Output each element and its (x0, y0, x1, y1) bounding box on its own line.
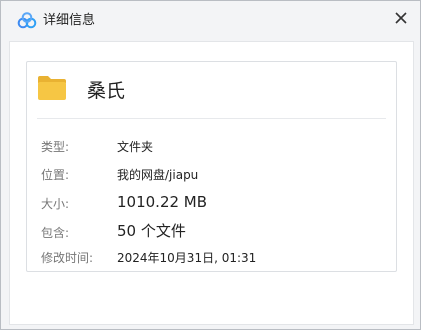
location-value: 我的网盘/jiapu (117, 168, 199, 182)
contains-label: 包含: (41, 226, 70, 240)
type-label: 类型: (41, 140, 70, 154)
dialog-content: 桑氏 类型: 文件夹 位置: 我的网盘/jiapu 大小: 1010.22 MB… (9, 41, 414, 325)
size-value: 1010.22 MB (117, 193, 208, 211)
type-value: 文件夹 (117, 140, 154, 154)
divider (37, 118, 386, 119)
dialog-title: 详细信息 (43, 13, 96, 28)
folder-name: 桑氏 (87, 80, 126, 102)
cloud-logo-icon (17, 12, 37, 30)
modified-label: 修改时间: (41, 251, 94, 265)
close-button[interactable] (390, 7, 412, 29)
close-icon (395, 9, 407, 28)
details-card: 桑氏 类型: 文件夹 位置: 我的网盘/jiapu 大小: 1010.22 MB… (26, 61, 397, 272)
title-bar: 详细信息 (1, 1, 420, 41)
size-label: 大小: (41, 197, 70, 211)
details-dialog: 详细信息 桑氏 类型: 文件夹 位置: 我的网盘/jiapu 大小: 1010.… (0, 0, 421, 330)
modified-value: 2024年10月31日, 01:31 (117, 251, 257, 265)
contains-value: 50 个文件 (117, 222, 186, 240)
location-label: 位置: (41, 168, 70, 182)
folder-icon (37, 75, 67, 101)
